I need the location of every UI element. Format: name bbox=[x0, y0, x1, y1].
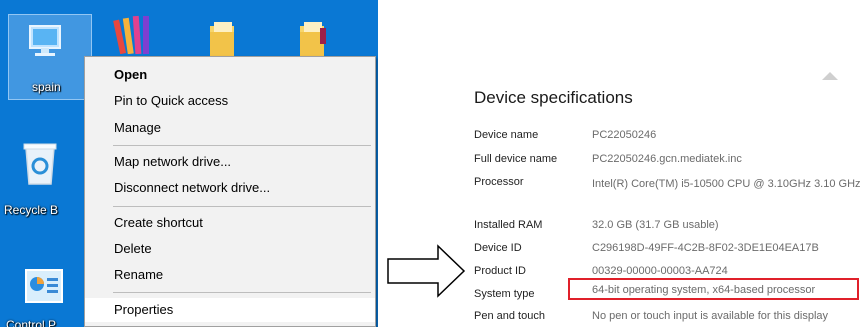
spec-label-product-id: Product ID bbox=[474, 265, 526, 277]
spec-label-installed-ram: Installed RAM bbox=[474, 219, 543, 231]
icon-label: Recycle B bbox=[4, 203, 59, 217]
spec-value-pen-and-touch: No pen or touch input is available for t… bbox=[592, 310, 829, 322]
device-specifications-title: Device specifications bbox=[474, 88, 633, 107]
spec-label-processor: Processor bbox=[474, 176, 524, 188]
right-arrow-icon bbox=[386, 244, 468, 303]
menu-item-rename[interactable]: Rename bbox=[85, 263, 375, 287]
icon-label: Control P bbox=[6, 318, 57, 327]
icon-label: spain bbox=[32, 80, 61, 94]
menu-item-open[interactable]: Open bbox=[85, 63, 375, 87]
spec-label-pen-and-touch: Pen and touch bbox=[474, 310, 545, 322]
spec-value-product-id: 00329-00000-00003-AA724 bbox=[592, 265, 728, 277]
spec-label-device-name: Device name bbox=[474, 129, 539, 141]
spec-label-system-type: System type bbox=[474, 288, 535, 300]
spec-value-processor: Intel(R) Core(TM) i5-10500 CPU @ 3.10GHz… bbox=[592, 178, 861, 190]
library-icon[interactable] bbox=[112, 14, 156, 59]
menu-item-map-network-drive[interactable]: Map network drive... bbox=[85, 150, 375, 174]
recycle-bin-icon[interactable] bbox=[22, 140, 58, 191]
menu-separator bbox=[113, 145, 371, 146]
menu-separator bbox=[113, 206, 371, 207]
spec-value-device-name: PC22050246 bbox=[592, 129, 657, 141]
control-panel-icon[interactable] bbox=[24, 268, 64, 313]
menu-item-delete[interactable]: Delete bbox=[85, 237, 375, 261]
context-menu: Open Pin to Quick access Manage Map netw… bbox=[84, 56, 376, 327]
spec-value-device-id: C296198D-49FF-4C2B-8F02-3DE1E04EA17B bbox=[592, 242, 819, 254]
menu-item-manage[interactable]: Manage bbox=[85, 116, 375, 140]
menu-item-create-shortcut[interactable]: Create shortcut bbox=[85, 211, 375, 235]
spec-label-full-device-name: Full device name bbox=[474, 153, 558, 165]
system-type-highlight-box bbox=[568, 278, 859, 300]
menu-separator bbox=[113, 292, 371, 293]
menu-item-disconnect-network-drive[interactable]: Disconnect network drive... bbox=[85, 176, 375, 200]
menu-item-properties[interactable]: Properties bbox=[85, 298, 375, 322]
computer-icon[interactable] bbox=[24, 20, 66, 67]
desktop: spain Recycle B Control P Open Pin to Qu… bbox=[0, 0, 378, 327]
spec-value-installed-ram: 32.0 GB (31.7 GB usable) bbox=[592, 219, 719, 231]
menu-item-pin-quick-access[interactable]: Pin to Quick access bbox=[85, 89, 375, 113]
spec-value-full-device-name: PC22050246.gcn.mediatek.inc bbox=[592, 153, 742, 165]
scroll-up-icon[interactable] bbox=[821, 68, 839, 86]
spec-label-device-id: Device ID bbox=[474, 242, 522, 254]
